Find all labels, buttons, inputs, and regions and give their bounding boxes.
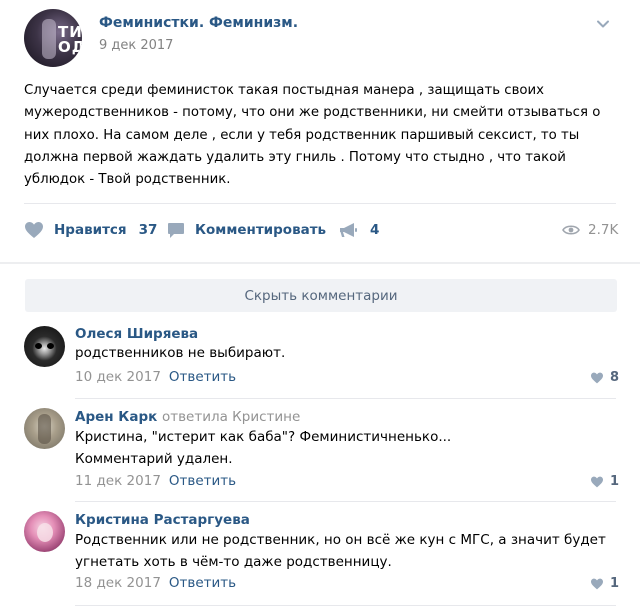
reply-link[interactable]: Ответить: [169, 575, 236, 591]
comment-item: Олеся Ширяева родственников не выбирают.…: [0, 322, 640, 399]
commenter-avatar[interactable]: [24, 511, 65, 552]
like-count: 37: [138, 222, 158, 238]
heart-icon: [25, 222, 43, 238]
reply-to-label[interactable]: ответила Кристине: [162, 409, 300, 425]
group-avatar[interactable]: ТИОДІ: [24, 9, 82, 67]
section-separator: [0, 262, 640, 264]
post-card: ТИОДІ Феминистки. Феминизм. 9 дек 2017 С…: [0, 0, 640, 262]
avatar-face: [37, 523, 53, 542]
comment-label: Комментировать: [195, 222, 327, 238]
share-button[interactable]: 4: [339, 219, 379, 241]
comment-author-name[interactable]: Арен Карк: [75, 409, 157, 425]
comment-like-button[interactable]: 1: [590, 474, 619, 489]
speech-bubble-icon: [168, 222, 184, 238]
megaphone-icon: [340, 222, 357, 237]
like-label: Нравится: [54, 222, 127, 238]
reply-link[interactable]: Ответить: [169, 473, 236, 489]
reply-link[interactable]: Ответить: [169, 369, 236, 385]
comment-text: родственников не выбирают.: [75, 345, 286, 361]
hide-comments-button[interactable]: Скрыть комментарии: [25, 279, 617, 312]
heart-icon: [591, 372, 603, 383]
comment-like-count: 1: [610, 474, 620, 489]
chevron-down-icon[interactable]: [596, 17, 610, 31]
post-author-link[interactable]: Феминистки. Феминизм.: [99, 15, 298, 31]
comment-author[interactable]: Кристина Растаргуева: [75, 512, 250, 528]
post-date[interactable]: 9 дек 2017: [99, 38, 173, 53]
comment-button[interactable]: Комментировать: [167, 219, 326, 241]
comment-meta: 18 дек 2017 Ответить: [75, 575, 236, 591]
comment-date[interactable]: 10 дек 2017: [75, 369, 161, 385]
comment-like-count: 8: [610, 370, 620, 385]
comment-author-name[interactable]: Олеся Ширяева: [75, 326, 198, 342]
comment-author[interactable]: Олеся Ширяева: [75, 326, 198, 342]
heart-icon: [591, 476, 603, 487]
comment-divider: [75, 605, 616, 606]
avatar-figure: [38, 414, 51, 444]
comment-like-button[interactable]: 8: [590, 370, 619, 385]
avatar-eye-right: [47, 343, 54, 349]
comment-like-count: 1: [610, 576, 620, 591]
comment-date[interactable]: 11 дек 2017: [75, 473, 161, 489]
avatar-eye-left: [35, 343, 42, 349]
avatar-figure: [42, 19, 56, 59]
comment-meta: 11 дек 2017 Ответить: [75, 473, 236, 489]
comment-date[interactable]: 18 дек 2017: [75, 575, 161, 591]
comment-divider: [75, 398, 616, 399]
comment-item: Кристина Растаргуева Родственник или не …: [0, 509, 640, 609]
post-text: Случается среди феминисток такая постыдн…: [24, 83, 601, 188]
comment-author: Арен Карк ответила Кристине: [75, 409, 300, 425]
views-counter: 2.7K: [562, 219, 618, 241]
commenter-avatar[interactable]: [24, 408, 65, 449]
avatar-logo-text: ТИОДІ: [58, 23, 82, 56]
comment-like-button[interactable]: 1: [590, 576, 619, 591]
comment-item: Арен Карк ответила Кристине Кристина, "и…: [0, 406, 640, 502]
heart-icon: [591, 578, 603, 589]
comment-author-name[interactable]: Кристина Растаргуева: [75, 512, 250, 528]
comment-divider: [75, 501, 616, 502]
comment-text: Родственник или не родственник, но он вс…: [75, 532, 606, 570]
views-count: 2.7K: [588, 222, 619, 238]
eye-icon: [562, 225, 580, 235]
share-count: 4: [370, 222, 380, 238]
comment-meta: 10 дек 2017 Ответить: [75, 369, 236, 385]
comment-text: Кристина, "истерит как баба"? Феминистич…: [75, 429, 452, 467]
actions-divider: [24, 203, 616, 204]
like-button[interactable]: Нравится 37: [24, 219, 157, 241]
commenter-avatar[interactable]: [24, 326, 65, 367]
